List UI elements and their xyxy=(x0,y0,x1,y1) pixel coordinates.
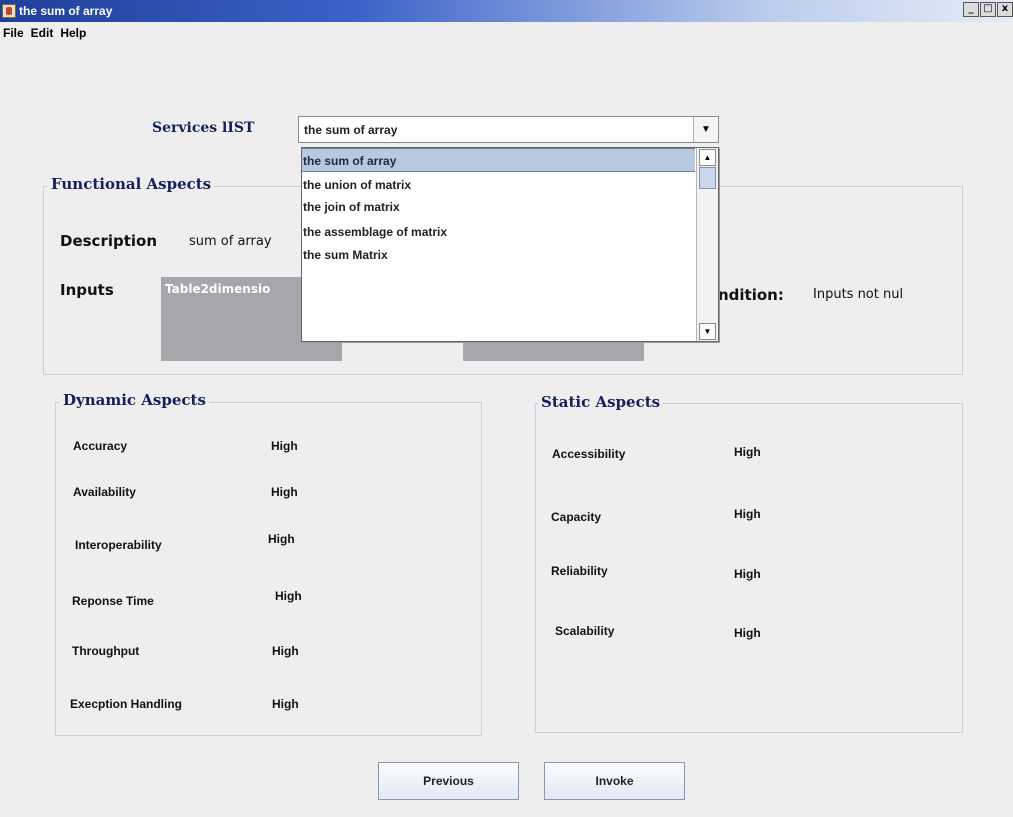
capacity-label: Capacity xyxy=(551,510,602,524)
throughput-value: High xyxy=(272,644,299,658)
close-button[interactable]: x xyxy=(997,2,1013,17)
scroll-thumb[interactable] xyxy=(699,167,716,189)
services-dropdown-list: the sum of array the union of matrix the… xyxy=(301,147,719,342)
reliability-label: Reliability xyxy=(551,564,608,578)
accessibility-value: High xyxy=(734,445,761,459)
description-value: sum of array xyxy=(189,234,272,249)
dropdown-option[interactable]: the join of matrix xyxy=(302,197,695,217)
menu-edit[interactable]: Edit xyxy=(28,26,58,40)
menu-file[interactable]: File xyxy=(0,26,28,40)
inputs-table-header: Table2dimensio xyxy=(165,282,271,296)
throughput-label: Throughput xyxy=(72,644,140,658)
interoperability-value: High xyxy=(268,532,295,546)
scroll-up-button[interactable]: ▲ xyxy=(699,149,716,166)
window-controls: _ □ x xyxy=(963,2,1013,17)
accessibility-label: Accessibility xyxy=(552,447,626,461)
invoke-button[interactable]: Invoke xyxy=(544,762,685,800)
scalability-label: Scalability xyxy=(555,624,615,638)
dropdown-option[interactable]: the sum of array xyxy=(302,148,695,172)
window-title-bar[interactable]: the sum of array _ □ x xyxy=(0,0,1013,22)
menu-help[interactable]: Help xyxy=(57,26,90,40)
description-label: Description xyxy=(60,232,158,250)
dropdown-scrollbar[interactable]: ▲ ▼ xyxy=(696,148,718,341)
condition-label: ndition: xyxy=(718,286,784,304)
minimize-button[interactable]: _ xyxy=(963,2,979,17)
arrow-down-icon: ▼ xyxy=(703,327,712,336)
response-time-label: Reponse Time xyxy=(72,594,154,608)
static-aspects-title: Static Aspects xyxy=(538,393,664,411)
availability-value: High xyxy=(271,485,298,499)
arrow-up-icon: ▲ xyxy=(703,153,712,162)
menu-bar: File Edit Help xyxy=(0,22,1013,44)
exception-handling-value: High xyxy=(272,697,299,711)
previous-button[interactable]: Previous xyxy=(378,762,519,800)
services-selected-value: the sum of array xyxy=(304,123,398,137)
dropdown-option[interactable]: the sum Matrix xyxy=(302,245,695,265)
scroll-down-button[interactable]: ▼ xyxy=(699,323,716,340)
services-combobox[interactable]: the sum of array ▼ xyxy=(298,116,719,143)
dropdown-option[interactable]: the union of matrix xyxy=(302,173,695,197)
dropdown-option[interactable]: the assemblage of matrix xyxy=(302,222,695,242)
interoperability-label: Interoperability xyxy=(75,538,162,552)
maximize-button[interactable]: □ xyxy=(980,2,996,17)
response-time-value: High xyxy=(275,589,302,603)
chevron-down-icon: ▼ xyxy=(701,124,711,135)
combo-arrow-button[interactable]: ▼ xyxy=(693,117,718,142)
exception-handling-label: Execption Handling xyxy=(70,697,183,711)
accuracy-label: Accuracy xyxy=(73,439,128,453)
functional-aspects-title: Functional Aspects xyxy=(48,175,215,193)
window-title: the sum of array xyxy=(19,4,113,18)
capacity-value: High xyxy=(734,507,761,521)
inputs-label: Inputs xyxy=(60,281,114,299)
dynamic-aspects-title: Dynamic Aspects xyxy=(60,391,209,409)
services-list-label: Services lIST xyxy=(152,120,255,136)
java-app-icon xyxy=(2,4,16,18)
condition-value: Inputs not nul xyxy=(813,287,904,302)
availability-label: Availability xyxy=(73,485,136,499)
accuracy-value: High xyxy=(271,439,298,453)
reliability-value: High xyxy=(734,567,761,581)
scalability-value: High xyxy=(734,626,761,640)
